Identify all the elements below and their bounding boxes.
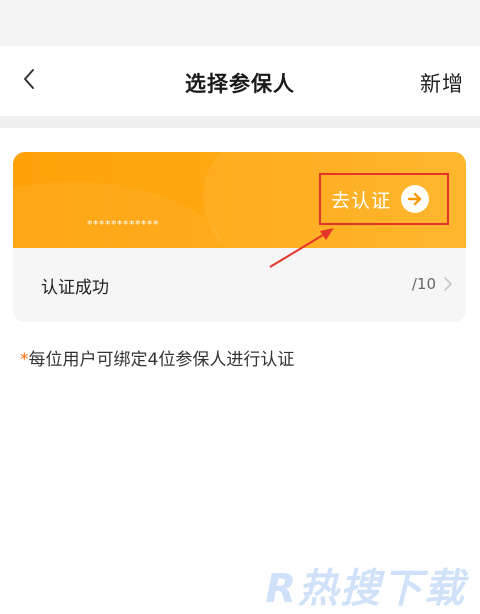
verification-count: /10 (411, 275, 436, 293)
watermark-logo: R热搜下载 (265, 566, 466, 612)
verify-button[interactable]: 去认证 (319, 173, 449, 225)
verification-status-row[interactable]: 认证成功 /10 (13, 248, 466, 322)
annotation-arrow-icon (269, 228, 334, 268)
card-header: ************ 去认证 (13, 152, 466, 248)
verify-button-label: 去认证 (331, 189, 392, 212)
insured-person-card[interactable]: ************ 去认证 认证成功 /10 (13, 152, 466, 322)
note-asterisk: * (20, 350, 29, 370)
page-title: 选择参保人 (185, 72, 295, 96)
binding-note: *每位用户可绑定4位参保人进行认证 (20, 345, 294, 370)
masked-id-number: ************ (87, 218, 159, 231)
add-button[interactable]: 新增 (420, 68, 464, 98)
chevron-right-icon (444, 277, 452, 291)
verification-status-label: 认证成功 (41, 278, 109, 298)
arrow-circle-icon (401, 185, 430, 213)
status-bar (0, 0, 480, 46)
card-decoration (13, 182, 223, 248)
nav-bar: 选择参保人 新增 (0, 46, 480, 116)
section-divider (0, 116, 480, 128)
note-text: 每位用户可绑定4位参保人进行认证 (28, 350, 295, 370)
